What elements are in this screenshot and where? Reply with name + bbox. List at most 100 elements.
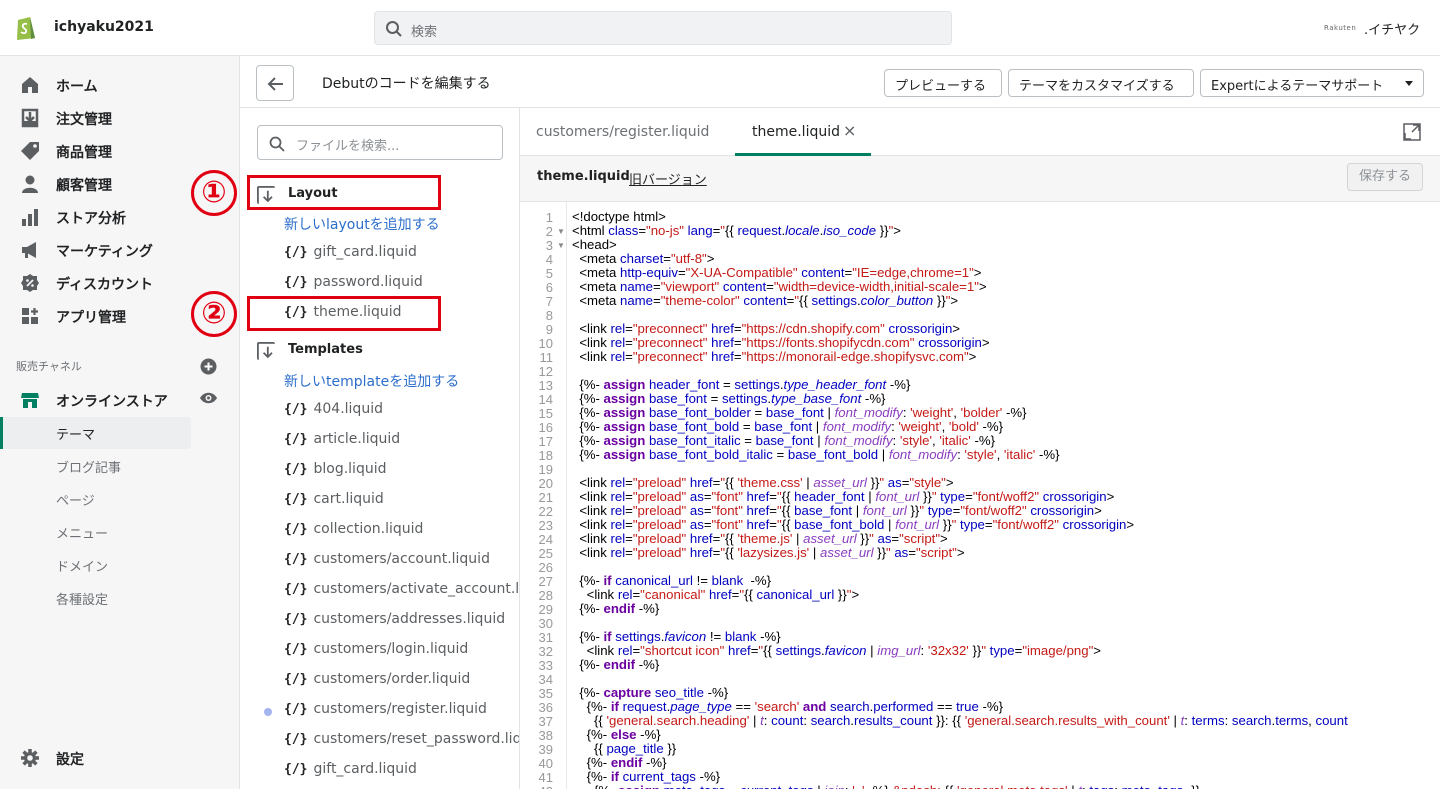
line-number: 19 xyxy=(538,462,553,477)
file-label: gift_card.liquid xyxy=(313,761,417,777)
back-button[interactable] xyxy=(256,65,294,101)
sidebar-item-settings[interactable]: 設定 xyxy=(0,741,240,773)
code-line: <meta name="theme-color" content="{{ set… xyxy=(572,293,959,308)
sidebar: ホーム 注文管理 商品管理 顧客管理 ストア分析 マーケティング ディスカウント… xyxy=(0,56,240,789)
sidebar-item-label: ホーム xyxy=(56,79,98,95)
file-label: customers/activate_account.liquid xyxy=(313,581,520,597)
sidebar-sub-pages[interactable]: ページ xyxy=(56,490,95,509)
line-number: 36 xyxy=(538,700,553,715)
code-line: {{ page_title }} xyxy=(572,741,677,756)
sidebar-sub-preferences[interactable]: 各種設定 xyxy=(56,589,108,608)
sidebar-item-marketing[interactable]: マーケティング xyxy=(0,233,240,265)
code-line: {%- assign base_font_bold = base_font | … xyxy=(572,419,1004,434)
code-line: <link rel="preload" href="{{ 'theme.js' … xyxy=(572,531,948,546)
expert-support-dropdown[interactable]: Expertによるテーマサポート xyxy=(1200,69,1424,97)
file-item[interactable]: {/} blog.liquid xyxy=(284,461,386,483)
code-line: <link rel="preload" as="font" href="{{ h… xyxy=(572,489,1115,504)
file-item[interactable]: {/} customers/addresses.liquid xyxy=(284,611,505,633)
close-tab-icon[interactable]: × xyxy=(843,121,856,140)
sidebar-sub-menus[interactable]: メニュー xyxy=(56,523,108,542)
sidebar-sub-themes[interactable]: テーマ xyxy=(56,424,95,443)
file-item[interactable]: {/} password.liquid xyxy=(284,274,423,296)
file-item[interactable]: {/} customers/activate_account.liquid xyxy=(284,581,520,603)
fold-arrow-icon[interactable]: ▼ xyxy=(557,227,565,236)
file-item[interactable]: {/} customers/reset_password.liquid xyxy=(284,731,519,753)
file-search-input[interactable]: ファイルを検索... xyxy=(257,125,503,160)
file-item[interactable]: {/} gift_card.liquid xyxy=(284,244,417,266)
line-number: 20 xyxy=(538,476,553,491)
line-number: 41 xyxy=(538,770,553,785)
file-item[interactable]: {/} customers/login.liquid xyxy=(284,641,468,663)
code-area[interactable]: 1 2 3 4 5 6 7 8 9 10 11 12 13 14 15 16 17 18 19 20 21 22 23 24 2… xyxy=(520,202,1440,789)
file-label: customers/account.liquid xyxy=(313,551,490,567)
file-item[interactable]: {/} cart.liquid xyxy=(284,491,384,513)
line-number: 11 xyxy=(539,350,554,365)
line-number: 30 xyxy=(538,616,553,631)
file-info-bar: theme.liquid 旧バージョン 保存する xyxy=(520,156,1440,202)
file-item[interactable]: {/} 404.liquid xyxy=(284,401,383,423)
file-item[interactable]: {/} customers/order.liquid xyxy=(284,671,470,693)
file-label: 404.liquid xyxy=(313,401,383,417)
fullscreen-icon[interactable] xyxy=(1403,123,1421,141)
editor-header: Debutのコードを編集する プレビューする テーマをカスタマイズする Expe… xyxy=(240,56,1440,108)
file-item[interactable]: {/} collection.liquid xyxy=(284,521,423,543)
global-search-input[interactable]: 検索 xyxy=(374,11,952,45)
active-indicator xyxy=(0,417,3,449)
sidebar-item-label: ストア分析 xyxy=(56,211,126,227)
code-line: {%- endif -%} xyxy=(572,601,660,616)
customize-theme-button[interactable]: テーマをカスタマイズする xyxy=(1008,69,1194,97)
arrow-left-icon xyxy=(267,77,283,91)
account-name[interactable]: .イチヤク xyxy=(1364,19,1420,38)
sidebar-sub-blog[interactable]: ブログ記事 xyxy=(56,457,121,476)
line-number: 8 xyxy=(545,308,553,323)
sidebar-item-home[interactable]: ホーム xyxy=(0,68,240,100)
sidebar-item-products[interactable]: 商品管理 xyxy=(0,134,240,166)
tab-theme[interactable]: theme.liquid × xyxy=(735,108,871,156)
add-template-link[interactable]: 新しいtemplateを追加する xyxy=(284,371,459,391)
sidebar-item-label: ディスカウント xyxy=(56,277,154,293)
code-line: {{ 'general.search.heading' | t: count: … xyxy=(572,713,1348,728)
liquid-file-icon: {/} xyxy=(284,762,308,777)
shopify-logo-icon[interactable] xyxy=(14,13,38,41)
code-line: {%- else -%} xyxy=(572,727,661,742)
line-number: 27 xyxy=(538,574,553,589)
file-label: customers/reset_password.liquid xyxy=(313,731,519,747)
code-editor-panel: customers/register.liquid theme.liquid ×… xyxy=(520,108,1440,789)
code-line: <head> xyxy=(572,237,617,252)
sales-channels-label: 販売チャネル xyxy=(16,360,82,373)
line-number: 39 xyxy=(538,742,553,757)
code-line: {%- assign base_font_italic = base_font … xyxy=(572,433,995,448)
add-channel-icon[interactable] xyxy=(200,358,217,375)
file-item[interactable]: {/} gift_card.liquid xyxy=(284,761,417,783)
editor-tabs: customers/register.liquid theme.liquid × xyxy=(520,108,1440,156)
line-number: 12 xyxy=(538,364,553,379)
file-item[interactable]: {/} customers/account.liquid xyxy=(284,551,490,573)
eye-icon[interactable] xyxy=(199,391,218,405)
liquid-file-icon: {/} xyxy=(284,672,308,687)
store-name[interactable]: ichyaku2021 xyxy=(54,19,154,35)
megaphone-icon xyxy=(22,242,36,258)
liquid-file-icon: {/} xyxy=(284,245,308,260)
file-label: customers/register.liquid xyxy=(313,701,487,717)
sidebar-sub-themes-active[interactable] xyxy=(0,417,191,449)
add-layout-link[interactable]: 新しいlayoutを追加する xyxy=(284,214,440,234)
older-versions-link[interactable]: 旧バージョン xyxy=(629,169,707,188)
line-number: 5 xyxy=(545,266,553,281)
line-number: 9 xyxy=(545,322,553,337)
sidebar-item-orders[interactable]: 注文管理 xyxy=(0,101,240,133)
search-placeholder: 検索 xyxy=(411,25,438,40)
apps-icon xyxy=(22,308,38,324)
tab-register[interactable]: customers/register.liquid xyxy=(536,124,709,140)
file-item[interactable]: {/} article.liquid xyxy=(284,431,400,453)
file-item[interactable]: {/} customers/register.liquid xyxy=(284,701,487,723)
code-line: {%- assign meta_tags = current_tags | jo… xyxy=(572,784,1200,789)
fold-arrow-icon[interactable]: ▼ xyxy=(557,241,565,250)
file-label: gift_card.liquid xyxy=(313,244,417,260)
tab-label: theme.liquid xyxy=(752,124,840,140)
line-number: 37 xyxy=(538,714,553,729)
save-button[interactable]: 保存する xyxy=(1347,163,1423,191)
sidebar-item-label: 注文管理 xyxy=(56,112,112,128)
sidebar-sub-domains[interactable]: ドメイン xyxy=(56,556,108,575)
preview-button[interactable]: プレビューする xyxy=(884,69,1002,97)
liquid-file-icon: {/} xyxy=(284,552,308,567)
